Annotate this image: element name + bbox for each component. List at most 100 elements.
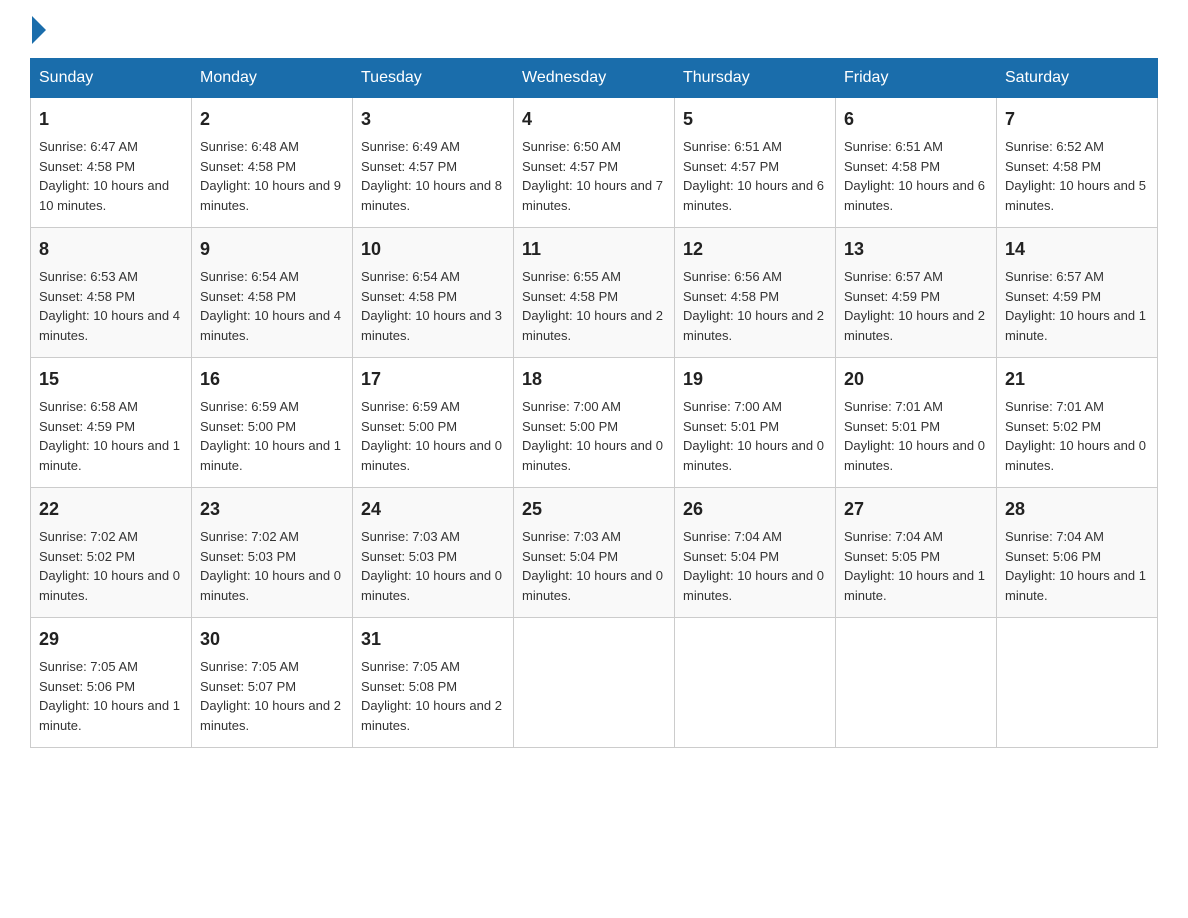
calendar-cell: 25Sunrise: 7:03 AMSunset: 5:04 PMDayligh… (514, 488, 675, 618)
calendar-cell: 19Sunrise: 7:00 AMSunset: 5:01 PMDayligh… (675, 358, 836, 488)
sunrise-text: Sunrise: 7:01 AM (844, 399, 943, 414)
daylight-text: Daylight: 10 hours and 8 minutes. (361, 178, 502, 213)
sunrise-text: Sunrise: 7:02 AM (39, 529, 138, 544)
calendar-cell: 6Sunrise: 6:51 AMSunset: 4:58 PMDaylight… (836, 98, 997, 228)
day-number: 4 (522, 106, 666, 133)
calendar-cell: 16 Sunrise: 6:59 AM Sunset: 5:00 PM Dayligh… (192, 358, 353, 488)
calendar-week-4: 22 Sunrise: 7:02 AM Sunset: 5:02 PM Dayligh… (31, 488, 1158, 618)
daylight-text: Daylight: 10 hours and 9 minutes. (200, 178, 341, 213)
calendar-week-5: 29Sunrise: 7:05 AMSunset: 5:06 PMDayligh… (31, 618, 1158, 748)
sunrise-text: Sunrise: 6:48 AM (200, 139, 299, 154)
sunset-text: Sunset: 5:06 PM (39, 679, 135, 694)
day-number: 30 (200, 626, 344, 653)
sunset-text: Sunset: 5:01 PM (683, 419, 779, 434)
day-number: 26 (683, 496, 827, 523)
calendar-cell: 31Sunrise: 7:05 AMSunset: 5:08 PMDayligh… (353, 618, 514, 748)
day-number: 19 (683, 366, 827, 393)
day-number: 27 (844, 496, 988, 523)
daylight-text: Daylight: 10 hours and 7 minutes. (522, 178, 663, 213)
daylight-text: Daylight: 10 hours and 2 minutes. (522, 308, 663, 343)
day-number: 1 (39, 106, 183, 133)
day-number: 17 (361, 366, 505, 393)
daylight-text: Daylight: 10 hours and 0 minutes. (361, 568, 502, 603)
sunset-text: Sunset: 4:58 PM (39, 159, 135, 174)
sunrise-text: Sunrise: 6:49 AM (361, 139, 460, 154)
calendar-cell: 17Sunrise: 6:59 AMSunset: 5:00 PMDayligh… (353, 358, 514, 488)
header-wednesday: Wednesday (514, 59, 675, 98)
daylight-text: Daylight: 10 hours and 4 minutes. (200, 308, 341, 343)
daylight-text: Daylight: 10 hours and 3 minutes. (361, 308, 502, 343)
sunrise-text: Sunrise: 6:47 AM (39, 139, 138, 154)
sunset-text: Sunset: 4:58 PM (683, 289, 779, 304)
sunrise-text: Sunrise: 7:03 AM (522, 529, 621, 544)
sunset-text: Sunset: 4:59 PM (844, 289, 940, 304)
sunrise-text: Sunrise: 6:51 AM (683, 139, 782, 154)
sunset-text: Sunset: 4:58 PM (844, 159, 940, 174)
calendar-cell: 21Sunrise: 7:01 AMSunset: 5:02 PMDayligh… (997, 358, 1158, 488)
calendar-cell: 14Sunrise: 6:57 AMSunset: 4:59 PMDayligh… (997, 228, 1158, 358)
calendar-cell: 30 Sunrise: 7:05 AM Sunset: 5:07 PM Dayligh… (192, 618, 353, 748)
calendar-cell (514, 618, 675, 748)
daylight-text: Daylight: 10 hours and 1 minute. (39, 698, 180, 733)
sunset-text: Sunset: 5:03 PM (361, 549, 457, 564)
sunrise-text: Sunrise: 7:00 AM (683, 399, 782, 414)
sunrise-text: Sunrise: 7:00 AM (522, 399, 621, 414)
sunrise-text: Sunrise: 7:05 AM (39, 659, 138, 674)
sunrise-text: Sunrise: 6:59 AM (200, 399, 299, 414)
day-number: 20 (844, 366, 988, 393)
calendar-cell: 20Sunrise: 7:01 AMSunset: 5:01 PMDayligh… (836, 358, 997, 488)
sunset-text: Sunset: 5:07 PM (200, 679, 296, 694)
calendar-cell: 5Sunrise: 6:51 AMSunset: 4:57 PMDaylight… (675, 98, 836, 228)
daylight-text: Daylight: 10 hours and 2 minutes. (200, 698, 341, 733)
sunset-text: Sunset: 4:58 PM (1005, 159, 1101, 174)
sunrise-text: Sunrise: 7:01 AM (1005, 399, 1104, 414)
sunset-text: Sunset: 4:58 PM (200, 159, 296, 174)
header-friday: Friday (836, 59, 997, 98)
sunrise-text: Sunrise: 7:04 AM (1005, 529, 1104, 544)
calendar-cell: 10Sunrise: 6:54 AMSunset: 4:58 PMDayligh… (353, 228, 514, 358)
sunset-text: Sunset: 5:00 PM (522, 419, 618, 434)
calendar-week-3: 15Sunrise: 6:58 AMSunset: 4:59 PMDayligh… (31, 358, 1158, 488)
header-sunday: Sunday (31, 59, 192, 98)
daylight-text: Daylight: 10 hours and 0 minutes. (1005, 438, 1146, 473)
day-number: 14 (1005, 236, 1149, 263)
header-saturday: Saturday (997, 59, 1158, 98)
sunrise-text: Sunrise: 6:52 AM (1005, 139, 1104, 154)
daylight-text: Daylight: 10 hours and 1 minute. (39, 438, 180, 473)
day-number: 22 (39, 496, 183, 523)
day-number: 31 (361, 626, 505, 653)
header-tuesday: Tuesday (353, 59, 514, 98)
sunrise-text: Sunrise: 6:50 AM (522, 139, 621, 154)
calendar-header-row: SundayMondayTuesdayWednesdayThursdayFrid… (31, 59, 1158, 98)
calendar-cell: 24Sunrise: 7:03 AMSunset: 5:03 PMDayligh… (353, 488, 514, 618)
day-number: 28 (1005, 496, 1149, 523)
calendar-cell: 7Sunrise: 6:52 AMSunset: 4:58 PMDaylight… (997, 98, 1158, 228)
sunset-text: Sunset: 5:02 PM (39, 549, 135, 564)
sunrise-text: Sunrise: 7:05 AM (200, 659, 299, 674)
sunset-text: Sunset: 5:01 PM (844, 419, 940, 434)
calendar-cell: 3Sunrise: 6:49 AMSunset: 4:57 PMDaylight… (353, 98, 514, 228)
sunset-text: Sunset: 5:00 PM (200, 419, 296, 434)
daylight-text: Daylight: 10 hours and 2 minutes. (361, 698, 502, 733)
day-number: 8 (39, 236, 183, 263)
daylight-text: Daylight: 10 hours and 2 minutes. (683, 308, 824, 343)
sunrise-text: Sunrise: 6:56 AM (683, 269, 782, 284)
day-number: 23 (200, 496, 344, 523)
calendar-table: SundayMondayTuesdayWednesdayThursdayFrid… (30, 58, 1158, 748)
day-number: 16 (200, 366, 344, 393)
day-number: 10 (361, 236, 505, 263)
sunrise-text: Sunrise: 6:58 AM (39, 399, 138, 414)
logo-triangle-icon (32, 16, 46, 44)
sunrise-text: Sunrise: 6:54 AM (200, 269, 299, 284)
sunrise-text: Sunrise: 6:51 AM (844, 139, 943, 154)
day-number: 24 (361, 496, 505, 523)
calendar-cell: 18Sunrise: 7:00 AMSunset: 5:00 PMDayligh… (514, 358, 675, 488)
calendar-cell: 22Sunrise: 7:02 AMSunset: 5:02 PMDayligh… (31, 488, 192, 618)
daylight-text: Daylight: 10 hours and 1 minute. (200, 438, 341, 473)
day-number: 21 (1005, 366, 1149, 393)
header-monday: Monday (192, 59, 353, 98)
sunset-text: Sunset: 4:58 PM (200, 289, 296, 304)
sunrise-text: Sunrise: 7:04 AM (844, 529, 943, 544)
daylight-text: Daylight: 10 hours and 1 minute. (1005, 568, 1146, 603)
calendar-cell: 28Sunrise: 7:04 AMSunset: 5:06 PMDayligh… (997, 488, 1158, 618)
